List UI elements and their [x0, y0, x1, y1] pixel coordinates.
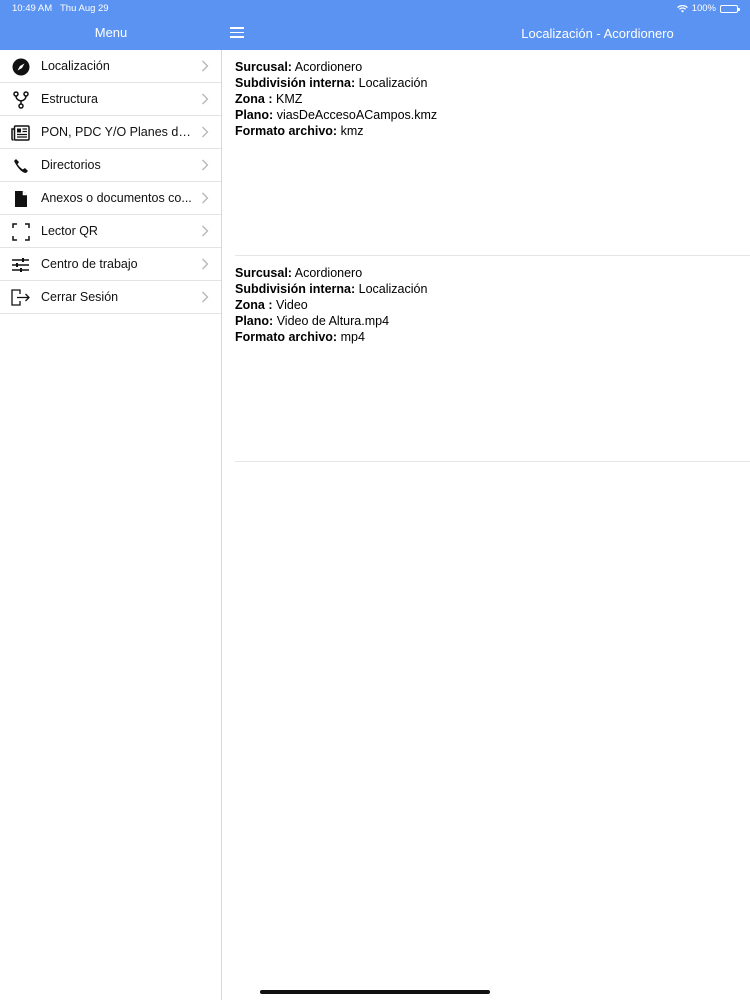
record-divider [235, 255, 750, 256]
formato-label: Formato archivo: [235, 124, 338, 138]
chevron-right-icon [202, 60, 209, 72]
status-date: Thu Aug 29 [60, 3, 109, 14]
status-right: 100% [676, 3, 740, 14]
formato-value: kmz [340, 124, 364, 138]
sucursal-value: Acordionero [294, 60, 363, 74]
sucursal-label: Surcusal: [235, 266, 292, 280]
menu-title: Menu [94, 25, 128, 40]
sidebar-item-label: Anexos o documentos co... [41, 191, 192, 205]
page-title: Localización - Acordionero [521, 26, 674, 41]
sidebar-item-label: Localización [41, 59, 110, 73]
fork-icon [11, 90, 30, 109]
sidebar-item-label: Lector QR [41, 224, 98, 238]
sidebar-item-pon-pdc-planes[interactable]: PON, PDC Y/O Planes de... [0, 116, 221, 149]
compass-icon [11, 57, 30, 76]
plano-row: Plano: Video de Altura.mp4 [235, 313, 750, 329]
sidebar-item-label: Centro de trabajo [41, 257, 138, 271]
formato-row: Formato archivo: kmz [235, 123, 750, 139]
sidebar-item-estructura[interactable]: Estructura [0, 83, 221, 116]
chevron-right-icon [202, 225, 209, 237]
sidebar-item-centro-de-trabajo[interactable]: Centro de trabajo [0, 248, 221, 281]
chevron-right-icon [202, 159, 209, 171]
sidebar-item-label: Directorios [41, 158, 101, 172]
home-indicator[interactable] [260, 990, 490, 994]
battery-icon [720, 4, 740, 13]
newspaper-icon [11, 123, 30, 142]
record-card[interactable]: Surcusal: Acordionero Subdivisión intern… [235, 59, 750, 139]
sliders-icon [11, 255, 30, 274]
subdivision-label: Subdivisión interna: [235, 76, 356, 90]
chevron-right-icon [202, 258, 209, 270]
zona-row: Zona : Video [235, 297, 750, 313]
status-bar: 10:49 AM Thu Aug 29 100% [0, 0, 750, 17]
sucursal-label: Surcusal: [235, 60, 292, 74]
sidebar-item-lector-qr[interactable]: Lector QR [0, 215, 221, 248]
zona-row: Zona : KMZ [235, 91, 750, 107]
sucursal-value: Acordionero [294, 266, 363, 280]
battery-percent: 100% [691, 3, 716, 14]
formato-value: mp4 [340, 330, 365, 344]
record-card[interactable]: Surcusal: Acordionero Subdivisión intern… [235, 265, 750, 345]
chevron-right-icon [202, 126, 209, 138]
sidebar-item-anexos[interactable]: Anexos o documentos co... [0, 182, 221, 215]
sucursal-row: Surcusal: Acordionero [235, 59, 750, 75]
plano-value: viasDeAccesoACampos.kmz [276, 108, 438, 122]
chevron-right-icon [202, 291, 209, 303]
wifi-icon [676, 4, 688, 12]
zona-value: KMZ [275, 92, 303, 106]
phone-icon [11, 156, 30, 175]
sidebar-item-label: Estructura [41, 92, 98, 106]
sidebar-item-label: PON, PDC Y/O Planes de... [41, 125, 193, 139]
plano-label: Plano: [235, 314, 274, 328]
zona-label: Zona : [235, 92, 273, 106]
subdivision-value: Localización [358, 282, 428, 296]
subdivision-label: Subdivisión interna: [235, 282, 356, 296]
main-content: Surcusal: Acordionero Subdivisión intern… [223, 50, 750, 1000]
document-icon [11, 189, 30, 208]
zona-value: Video [275, 298, 308, 312]
chevron-right-icon [202, 93, 209, 105]
hamburger-menu-icon[interactable] [230, 27, 244, 39]
subdivision-value: Localización [358, 76, 428, 90]
logout-icon [11, 288, 30, 307]
record-divider [235, 461, 750, 462]
scan-icon [11, 222, 30, 241]
sidebar-item-label: Cerrar Sesión [41, 290, 119, 304]
sidebar-item-cerrar-sesion[interactable]: Cerrar Sesión [0, 281, 221, 314]
sucursal-row: Surcusal: Acordionero [235, 265, 750, 281]
plano-row: Plano: viasDeAccesoACampos.kmz [235, 107, 750, 123]
formato-row: Formato archivo: mp4 [235, 329, 750, 345]
chevron-right-icon [202, 192, 209, 204]
subdivision-row: Subdivisión interna: Localización [235, 75, 750, 91]
sidebar-item-localizacion[interactable]: Localización [0, 50, 221, 83]
formato-label: Formato archivo: [235, 330, 338, 344]
subdivision-row: Subdivisión interna: Localización [235, 281, 750, 297]
plano-label: Plano: [235, 108, 274, 122]
plano-value: Video de Altura.mp4 [276, 314, 390, 328]
sidebar: Localización Estructura PON, PDC Y/O Pla… [0, 50, 222, 1000]
status-time: 10:49 AM [12, 3, 53, 14]
sidebar-item-directorios[interactable]: Directorios [0, 149, 221, 182]
zona-label: Zona : [235, 298, 273, 312]
